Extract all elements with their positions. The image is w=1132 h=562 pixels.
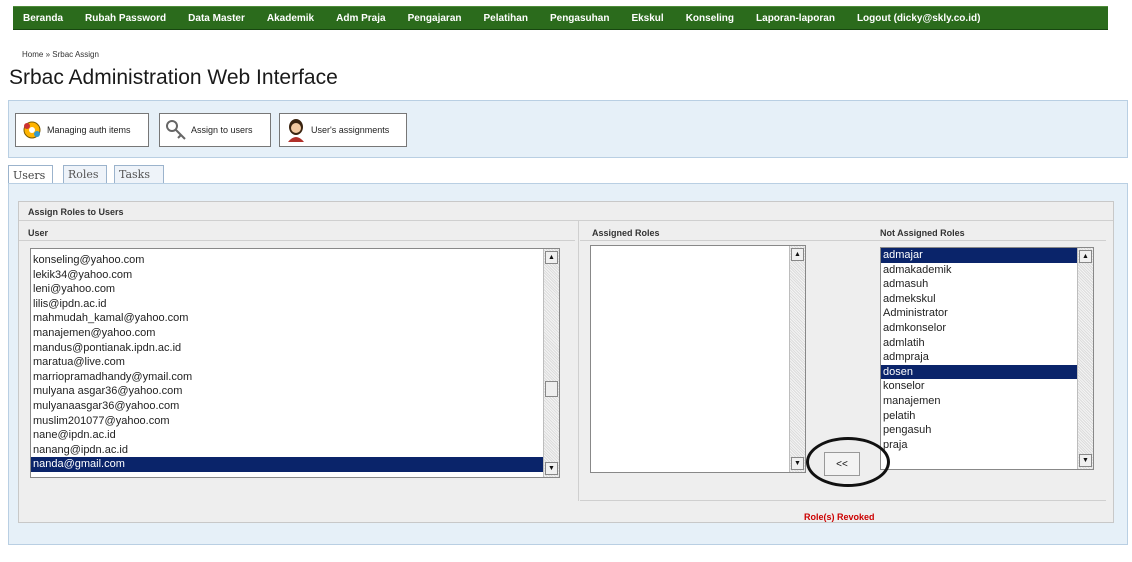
list-item[interactable]: pengasuh	[881, 423, 1093, 438]
list-item[interactable]: admpraja	[881, 350, 1093, 365]
list-item[interactable]: lekik34@yahoo.com	[31, 268, 559, 283]
list-item[interactable]: praja	[881, 438, 1093, 453]
not-assigned-roles-listbox[interactable]: admajar admakademik admasuh admekskul Admini…	[880, 247, 1094, 470]
not-assigned-roles-header: Not Assigned Roles	[880, 228, 965, 238]
list-item[interactable]: maratua@live.com	[31, 355, 559, 370]
list-item[interactable]: mahmudah_kamal@yahoo.com	[31, 311, 559, 326]
nav-item-akademik[interactable]: Akademik	[267, 13, 314, 24]
nav-item-pelatihan[interactable]: Pelatihan	[484, 13, 528, 24]
scroll-down-arrow-icon[interactable]: ▼	[1079, 454, 1092, 467]
list-item[interactable]: nanang@ipdn.ac.id	[31, 443, 559, 458]
breadcrumb: Home » Srbac Assign	[22, 50, 99, 59]
assign-to-users-label: Assign to users	[191, 125, 253, 135]
assigned-roles-listbox[interactable]: ▲ ▼	[590, 245, 806, 473]
users-assignments-label: User's assignments	[311, 125, 390, 135]
tab-tasks[interactable]: Tasks	[114, 165, 164, 183]
list-item[interactable]: pelatih	[881, 409, 1093, 424]
tab-roles[interactable]: Roles	[63, 165, 107, 183]
list-item[interactable]: admajar	[881, 248, 1093, 263]
list-item[interactable]: mulyanaasgar36@yahoo.com	[31, 399, 559, 414]
nav-item-konseling[interactable]: Konseling	[686, 13, 734, 24]
breadcrumb-current: Srbac Assign	[52, 50, 99, 59]
list-item[interactable]: nanda@gmail.com	[31, 457, 559, 472]
list-item[interactable]: mandus@pontianak.ipdn.ac.id	[31, 341, 559, 356]
not-assigned-roles-scrollbar[interactable]: ▲ ▼	[1077, 248, 1093, 469]
divider	[19, 220, 1113, 221]
list-item[interactable]: dosen	[881, 364, 1093, 380]
assigned-roles-scrollbar[interactable]: ▲ ▼	[789, 246, 805, 472]
list-item[interactable]: admakademik	[881, 263, 1093, 278]
nav-item-rubah-password[interactable]: Rubah Password	[85, 13, 166, 24]
tab-users[interactable]: Users	[8, 165, 53, 184]
scroll-up-arrow-icon[interactable]: ▲	[1079, 250, 1092, 263]
managing-auth-items-button[interactable]: Managing auth items	[15, 113, 149, 147]
highlight-circle-annotation	[806, 437, 890, 487]
gear-icon	[20, 118, 44, 142]
user-column-header: User	[28, 228, 49, 238]
page-title: Srbac Administration Web Interface	[9, 66, 338, 89]
list-item[interactable]: konselor	[881, 379, 1093, 394]
user-avatar-icon	[284, 118, 308, 142]
divider	[580, 240, 1106, 241]
assigned-roles-header: Assigned Roles	[592, 228, 660, 238]
nav-item-laporan-laporan[interactable]: Laporan-laporan	[756, 13, 835, 24]
scroll-down-arrow-icon[interactable]: ▼	[791, 457, 804, 470]
list-item[interactable]: admekskul	[881, 292, 1093, 307]
managing-auth-items-label: Managing auth items	[47, 125, 131, 135]
nav-item-logout-dicky-skly-co-id[interactable]: Logout (dicky@skly.co.id)	[857, 13, 980, 24]
column-divider	[578, 221, 579, 501]
nav-item-beranda[interactable]: Beranda	[23, 13, 63, 24]
list-item[interactable]: lilis@ipdn.ac.id	[31, 297, 559, 312]
list-item[interactable]: konseling@yahoo.com	[31, 253, 559, 268]
list-item[interactable]: manajemen	[881, 394, 1093, 409]
list-item[interactable]: nane@ipdn.ac.id	[31, 428, 559, 443]
users-scrollbar[interactable]: ▲ ▼	[543, 249, 559, 477]
list-item[interactable]: admasuh	[881, 277, 1093, 292]
status-message: Role(s) Revoked	[804, 512, 875, 522]
scroll-thumb[interactable]	[545, 381, 558, 397]
list-item[interactable]: admlatih	[881, 336, 1093, 351]
nav-item-adm-praja[interactable]: Adm Praja	[336, 13, 385, 24]
breadcrumb-home-link[interactable]: Home	[22, 50, 43, 59]
list-item[interactable]: marriopramadhandy@ymail.com	[31, 370, 559, 385]
key-icon	[164, 118, 188, 142]
not-assigned-roles-list: admajar admakademik admasuh admekskul Admini…	[881, 248, 1093, 452]
users-list: konseling@yahoo.com lekik34@yahoo.com leni…	[31, 253, 559, 472]
list-item[interactable]: leni@yahoo.com	[31, 282, 559, 297]
nav-item-pengajaran[interactable]: Pengajaran	[408, 13, 462, 24]
list-item[interactable]: mulyana asgar36@yahoo.com	[31, 384, 559, 399]
list-item[interactable]: muslim201077@yahoo.com	[31, 414, 559, 429]
divider	[580, 500, 1106, 501]
tab-roles-label: Roles	[68, 168, 99, 181]
users-assignments-button[interactable]: User's assignments	[279, 113, 407, 147]
users-listbox[interactable]: konseling@yahoo.com lekik34@yahoo.com leni…	[30, 248, 560, 478]
list-item[interactable]: admkonselor	[881, 321, 1093, 336]
divider	[19, 240, 575, 241]
nav-bar: Beranda Rubah Password Data Master Akademik…	[13, 6, 1108, 30]
tab-tasks-label: Tasks	[119, 168, 150, 181]
section-title: Assign Roles to Users	[28, 207, 124, 217]
assign-to-users-button[interactable]: Assign to users	[159, 113, 271, 147]
nav-item-data-master[interactable]: Data Master	[188, 13, 245, 24]
scroll-up-arrow-icon[interactable]: ▲	[545, 251, 558, 264]
scroll-down-arrow-icon[interactable]: ▼	[545, 462, 558, 475]
list-item[interactable]: Administrator	[881, 306, 1093, 321]
nav-item-pengasuhan[interactable]: Pengasuhan	[550, 13, 609, 24]
tab-users-label: Users	[13, 168, 46, 182]
nav-item-ekskul[interactable]: Ekskul	[631, 13, 663, 24]
toolbar: Managing auth items Assign to users User…	[8, 100, 1128, 158]
top-navigation: Beranda Rubah Password Data Master Akademik…	[0, 0, 1132, 36]
list-item[interactable]: manajemen@yahoo.com	[31, 326, 559, 341]
breadcrumb-separator: »	[45, 50, 51, 59]
scroll-up-arrow-icon[interactable]: ▲	[791, 248, 804, 261]
